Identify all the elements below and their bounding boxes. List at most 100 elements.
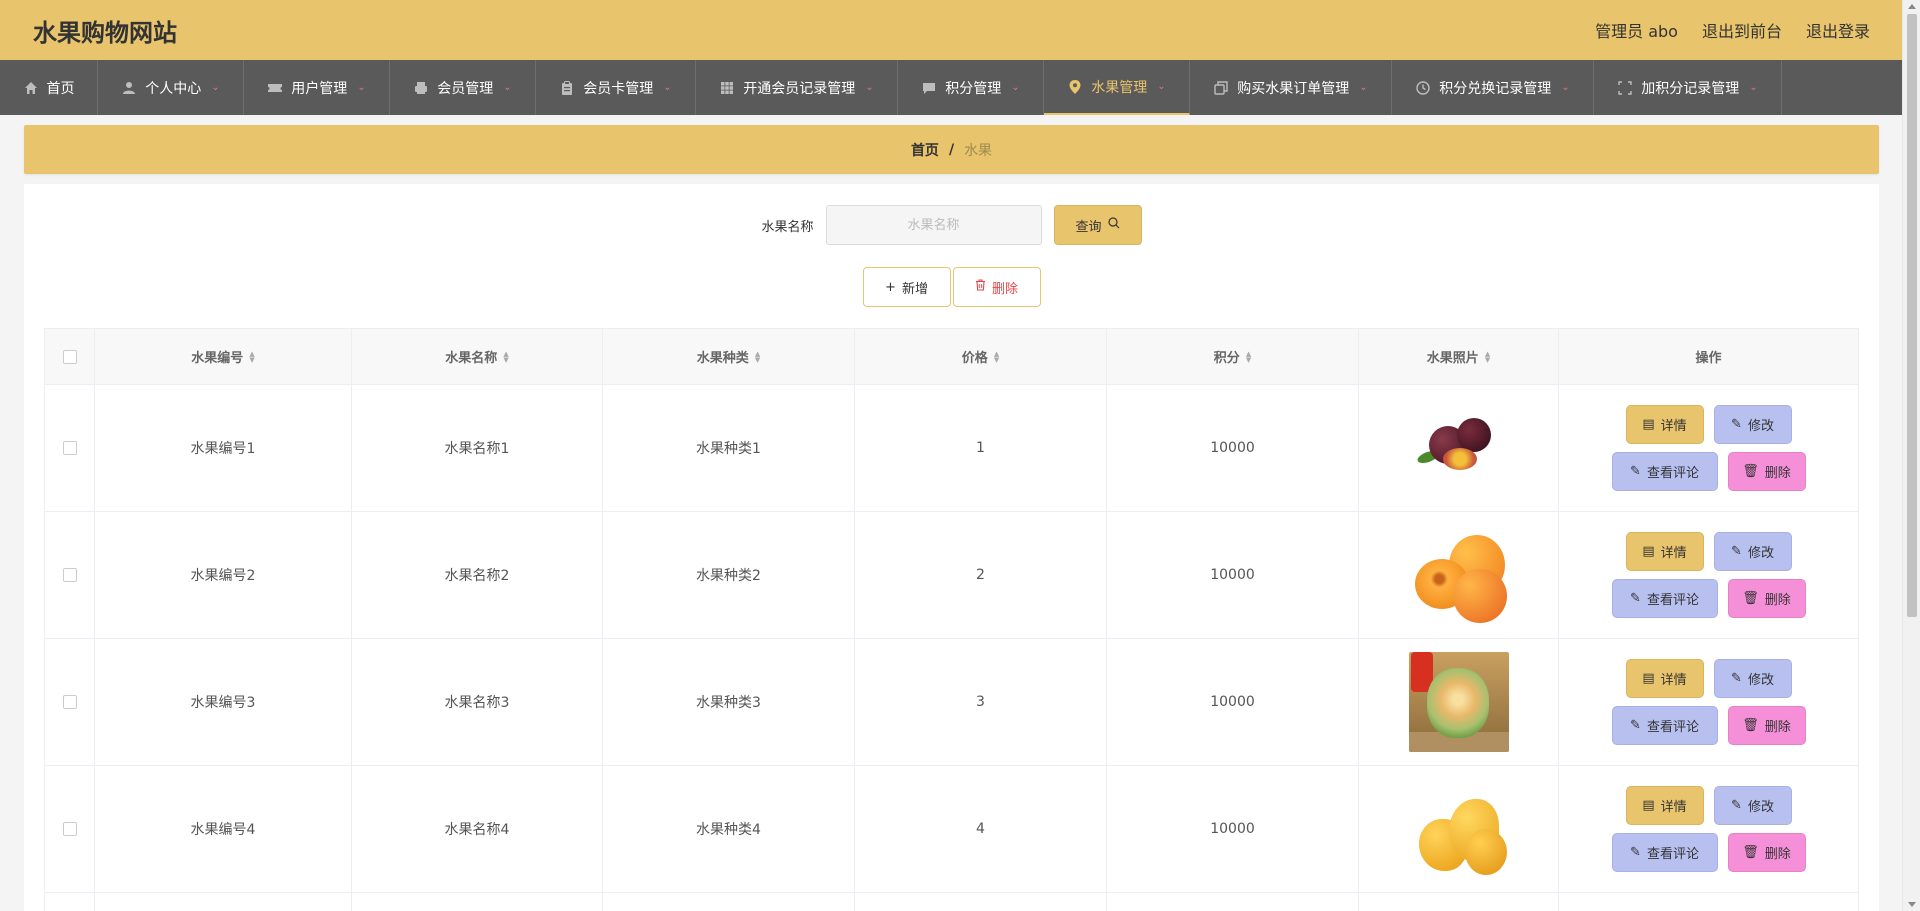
cell-price: 4: [855, 766, 1107, 893]
query-button[interactable]: 查询: [1053, 205, 1142, 245]
pencil-icon: ✎: [1731, 798, 1742, 813]
header-price[interactable]: 价格 ▲ ▼: [855, 329, 1107, 385]
location-icon: [1067, 79, 1083, 95]
cell-points: 10000: [1107, 639, 1359, 766]
search-icon: [1107, 217, 1120, 233]
scroll-thumb[interactable]: [1907, 14, 1917, 617]
table-row: 水果编号2 水果名称2 水果种类2 2 10000 ▤ 详情 ✎ 修改 ✎ 查看评: [45, 512, 1859, 639]
chevron-down-icon: ⌄: [865, 82, 874, 93]
edit-button[interactable]: ✎ 修改: [1713, 532, 1792, 571]
detail-button[interactable]: ▤ 详情: [1625, 405, 1704, 444]
header-code[interactable]: 水果编号 ▲ ▼: [95, 329, 352, 385]
detail-button[interactable]: ▤ 详情: [1625, 532, 1704, 571]
nav-label: 水果管理: [1091, 79, 1148, 96]
add-button[interactable]: + 新增: [862, 267, 951, 307]
cell-photo: [1359, 639, 1559, 766]
header-name[interactable]: 水果名称 ▲ ▼: [352, 329, 603, 385]
sort-icon: ▲ ▼: [754, 349, 761, 364]
chevron-down-icon: ⌄: [1561, 82, 1570, 93]
header-label: 操作: [1695, 351, 1722, 366]
delete-button[interactable]: 🗑 删除: [1727, 833, 1806, 872]
fruit-table: 水果编号 ▲ ▼ 水果名称 ▲ ▼ 水果种类 ▲ ▼ 价格 ▲ ▼ 积分 ▲ ▼ 水果照片 ▲ ▼ 操作…: [44, 328, 1859, 911]
nav-label: 首页: [46, 80, 75, 97]
cell-name: 水果名称3: [352, 639, 603, 766]
edit-button[interactable]: ✎ 修改: [1713, 659, 1792, 698]
header-points[interactable]: 积分 ▲ ▼: [1107, 329, 1359, 385]
sort-icon: ▲ ▼: [993, 349, 1000, 364]
table-row: 水果编号3 水果名称3 水果种类3 3 10000 ▤ 详情 ✎ 修改 ✎ 查看评: [45, 639, 1859, 766]
delete-button[interactable]: 🗑 删除: [1727, 706, 1806, 745]
edit-button[interactable]: ✎ 修改: [1713, 786, 1792, 825]
nav-label: 会员卡管理: [583, 80, 654, 97]
table-body: 水果编号1 水果名称1 水果种类1 1 10000 ▤ 详情 ✎ 修改 ✎ 查看评: [45, 385, 1859, 911]
nav-item-personal[interactable]: 个人中心 ⌄: [98, 60, 244, 115]
cell-photo: [1359, 766, 1559, 893]
header-label: 水果种类: [696, 351, 749, 366]
breadcrumb-home[interactable]: 首页: [911, 140, 939, 160]
cell-points: 10000: [1107, 766, 1359, 893]
breadcrumb: 首页 / 水果: [24, 125, 1879, 174]
detail-button[interactable]: ▤ 详情: [1625, 659, 1704, 698]
nav-item-members[interactable]: 会员管理 ⌄: [390, 60, 536, 115]
nav-item-open-member-records[interactable]: 开通会员记录管理 ⌄: [696, 60, 898, 115]
edit-label: 修改: [1747, 419, 1774, 434]
chevron-down-icon: ⌄: [357, 82, 366, 93]
fullscreen-icon: [1617, 80, 1633, 96]
nav-item-fruits[interactable]: 水果管理 ⌄: [1044, 60, 1190, 115]
row-checkbox[interactable]: [62, 568, 77, 582]
detail-button[interactable]: ▤ 详情: [1625, 786, 1704, 825]
search-input[interactable]: [825, 205, 1042, 245]
batch-delete-button[interactable]: 删除: [952, 267, 1041, 307]
printer-icon: [413, 80, 429, 96]
cell-operations: ▤ 详情 ✎ 修改 ✎ 查看评论 🗑 删除: [1559, 639, 1859, 766]
scroll-up-arrow-icon[interactable]: [1908, 4, 1916, 9]
logout-link[interactable]: 退出登录: [1806, 18, 1870, 42]
view-reviews-button[interactable]: ✎ 查看评论: [1611, 452, 1718, 491]
row-checkbox[interactable]: [62, 441, 77, 455]
nav-item-fruit-orders[interactable]: 购买水果订单管理 ⌄: [1190, 60, 1392, 115]
view-reviews-button[interactable]: ✎ 查看评论: [1611, 833, 1718, 872]
row-checkbox[interactable]: [62, 822, 77, 836]
view-reviews-button[interactable]: ✎ 查看评论: [1611, 706, 1718, 745]
nav-item-points[interactable]: 积分管理 ⌄: [898, 60, 1044, 115]
nav-item-member-cards[interactable]: 会员卡管理 ⌄: [536, 60, 696, 115]
batch-delete-label: 删除: [991, 281, 1018, 297]
table-header-row: 水果编号 ▲ ▼ 水果名称 ▲ ▼ 水果种类 ▲ ▼ 价格 ▲ ▼ 积分 ▲ ▼ 水果照片 ▲ ▼ 操作: [45, 329, 1859, 385]
sort-icon: ▲ ▼: [503, 349, 509, 364]
edit-button[interactable]: ✎ 修改: [1713, 405, 1792, 444]
cell-name: 水果名称1: [352, 385, 603, 512]
document-icon: ▤: [1642, 671, 1655, 686]
scroll-down-arrow-icon[interactable]: [1908, 902, 1916, 907]
nav-item-home[interactable]: 首页: [0, 60, 98, 115]
pencil-icon: ✎: [1630, 845, 1641, 860]
trash-icon: 🗑: [1742, 718, 1759, 733]
nav-label: 用户管理: [291, 80, 348, 97]
delete-button[interactable]: 🗑 删除: [1727, 579, 1806, 618]
cell-points: 10000: [1107, 512, 1359, 639]
cell-operations: ▤ 详情 ✎ 修改 ✎ 查看评论 🗑 删除: [1559, 766, 1859, 893]
nav-item-points-exchange[interactable]: 积分兑换记录管理 ⌄: [1392, 60, 1594, 115]
person-icon: [121, 80, 137, 96]
search-bar: 水果名称 查询: [24, 205, 1879, 245]
row-checkbox[interactable]: [62, 695, 77, 709]
nav-label: 开通会员记录管理: [743, 80, 856, 97]
nav-item-add-points[interactable]: 加积分记录管理 ⌄: [1594, 60, 1782, 115]
table-row: 水果编号4 水果名称4 水果种类4 4 10000 ▤ 详情 ✎ 修改 ✎ 查看评: [45, 766, 1859, 893]
header-label: 价格: [961, 351, 988, 366]
trash-icon: 🗑: [1742, 591, 1759, 606]
review-label: 查看评论: [1646, 593, 1699, 608]
sort-icon: ▲ ▼: [1245, 349, 1252, 364]
to-front-link[interactable]: 退出到前台: [1702, 18, 1782, 42]
select-all-checkbox[interactable]: [62, 349, 77, 364]
view-reviews-button[interactable]: ✎ 查看评论: [1611, 579, 1718, 618]
review-label: 查看评论: [1646, 466, 1699, 481]
edit-label: 修改: [1747, 673, 1774, 688]
page-scrollbar[interactable]: [1902, 0, 1920, 911]
nav-item-users[interactable]: 用户管理 ⌄: [244, 60, 390, 115]
cell-name: 水果名称2: [352, 512, 603, 639]
delete-button[interactable]: 🗑 删除: [1727, 452, 1806, 491]
chevron-down-icon: ⌄: [503, 82, 512, 93]
header-photo[interactable]: 水果照片 ▲ ▼: [1359, 329, 1559, 385]
cell-name: [352, 893, 603, 911]
header-type[interactable]: 水果种类 ▲ ▼: [603, 329, 855, 385]
